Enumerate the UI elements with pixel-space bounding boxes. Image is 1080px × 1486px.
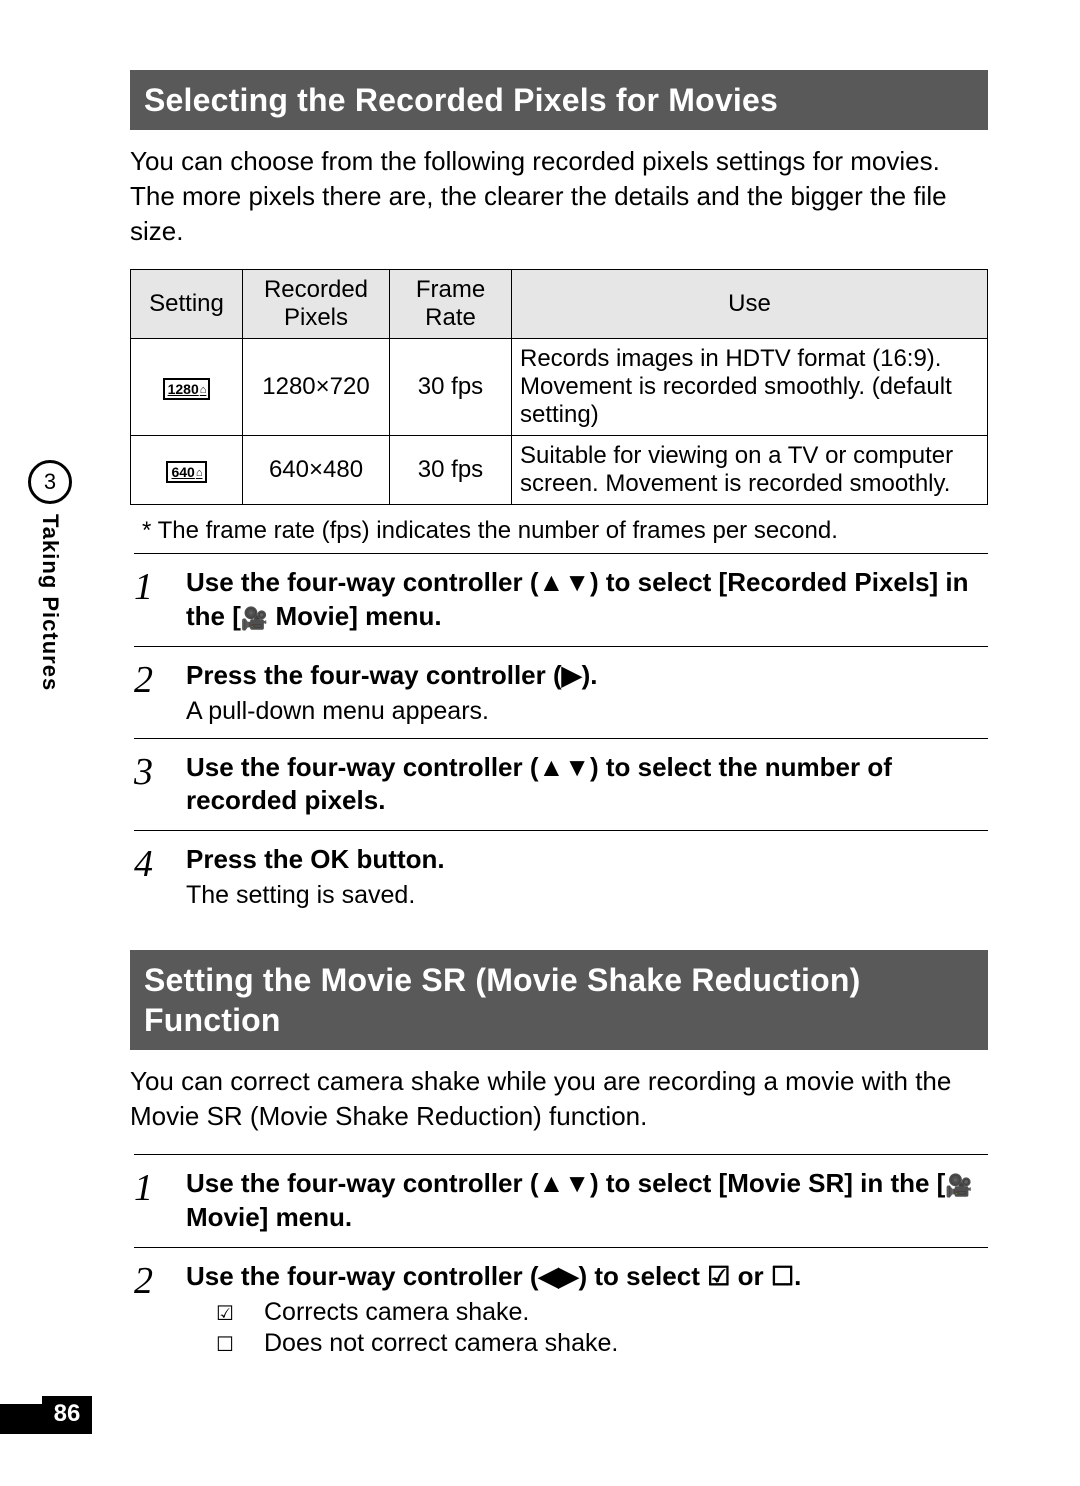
page-number: 86 <box>42 1396 92 1432</box>
step-subtext: The setting is saved. <box>186 881 988 910</box>
manual-page: 3 Taking Pictures Selecting the Recorded… <box>0 0 1080 1486</box>
step-item: 1 Use the four-way controller (▲▼) to se… <box>134 1154 988 1247</box>
option-text: Corrects camera shake. <box>264 1298 529 1327</box>
checkbox-off-icon: ☐ <box>216 1332 264 1357</box>
step-title: Press the OK button. <box>186 843 988 877</box>
option-text: Does not correct camera shake. <box>264 1329 618 1358</box>
option-row: ☐ Does not correct camera shake. <box>216 1329 988 1358</box>
step-title: Use the four-way controller (▲▼) to sele… <box>186 566 988 634</box>
step-number: 2 <box>134 1260 186 1360</box>
step-title: Use the four-way controller (◀▶) to sele… <box>186 1260 988 1294</box>
step-item: 2 Press the four-way controller (▶). A p… <box>134 646 988 738</box>
step-number: 4 <box>134 843 186 910</box>
step-subtext: A pull-down menu appears. <box>186 697 988 726</box>
step-title: Press the four-way controller (▶). <box>186 659 988 693</box>
movie-icon: 🎥 <box>241 605 268 634</box>
th-setting: Setting <box>131 270 243 339</box>
step-item: 4 Press the OK button. The setting is sa… <box>134 830 988 922</box>
step-title: Use the four-way controller (▲▼) to sele… <box>186 1167 988 1235</box>
settings-table: Setting Recorded Pixels Frame Rate Use 1… <box>130 269 988 505</box>
th-pixels: Recorded Pixels <box>243 270 390 339</box>
cell-pixels: 640×480 <box>243 436 390 505</box>
setting-1280-icon: 1280 <box>163 378 211 400</box>
table-header-row: Setting Recorded Pixels Frame Rate Use <box>131 270 988 339</box>
th-use: Use <box>512 270 988 339</box>
step-number: 1 <box>134 1167 186 1235</box>
chapter-label: Taking Pictures <box>37 514 63 691</box>
step-number: 1 <box>134 566 186 634</box>
cell-use: Suitable for viewing on a TV or computer… <box>512 436 988 505</box>
section-heading: Selecting the Recorded Pixels for Movies <box>130 70 988 130</box>
step-item: 1 Use the four-way controller (▲▼) to se… <box>134 553 988 646</box>
movie-icon: 🎥 <box>945 1172 972 1201</box>
step-item: 3 Use the four-way controller (▲▼) to se… <box>134 738 988 831</box>
side-tab: 3 Taking Pictures <box>28 460 72 691</box>
table-row: 1280 1280×720 30 fps Records images in H… <box>131 339 988 436</box>
step-number: 3 <box>134 751 186 819</box>
steps-list: 1 Use the four-way controller (▲▼) to se… <box>130 553 988 922</box>
step-title: Use the four-way controller (▲▼) to sele… <box>186 751 988 819</box>
section-intro: You can correct camera shake while you a… <box>130 1064 988 1134</box>
step-item: 2 Use the four-way controller (◀▶) to se… <box>134 1247 988 1372</box>
steps-list: 1 Use the four-way controller (▲▼) to se… <box>130 1154 988 1371</box>
step-number: 2 <box>134 659 186 726</box>
option-list: ☑ Corrects camera shake. ☐ Does not corr… <box>216 1298 988 1358</box>
chapter-number-badge: 3 <box>28 460 72 504</box>
ok-button-label: OK <box>310 844 349 874</box>
section-intro: You can choose from the following record… <box>130 144 988 249</box>
section-heading: Setting the Movie SR (Movie Shake Reduct… <box>130 950 988 1050</box>
option-row: ☑ Corrects camera shake. <box>216 1298 988 1327</box>
cell-use: Records images in HDTV format (16:9). Mo… <box>512 339 988 436</box>
cell-rate: 30 fps <box>390 339 512 436</box>
cell-rate: 30 fps <box>390 436 512 505</box>
table-row: 640 640×480 30 fps Suitable for viewing … <box>131 436 988 505</box>
setting-640-icon: 640 <box>166 461 206 483</box>
checkbox-on-icon: ☑ <box>216 1301 264 1326</box>
th-rate: Frame Rate <box>390 270 512 339</box>
table-footnote: * The frame rate (fps) indicates the num… <box>134 517 988 545</box>
cell-pixels: 1280×720 <box>243 339 390 436</box>
